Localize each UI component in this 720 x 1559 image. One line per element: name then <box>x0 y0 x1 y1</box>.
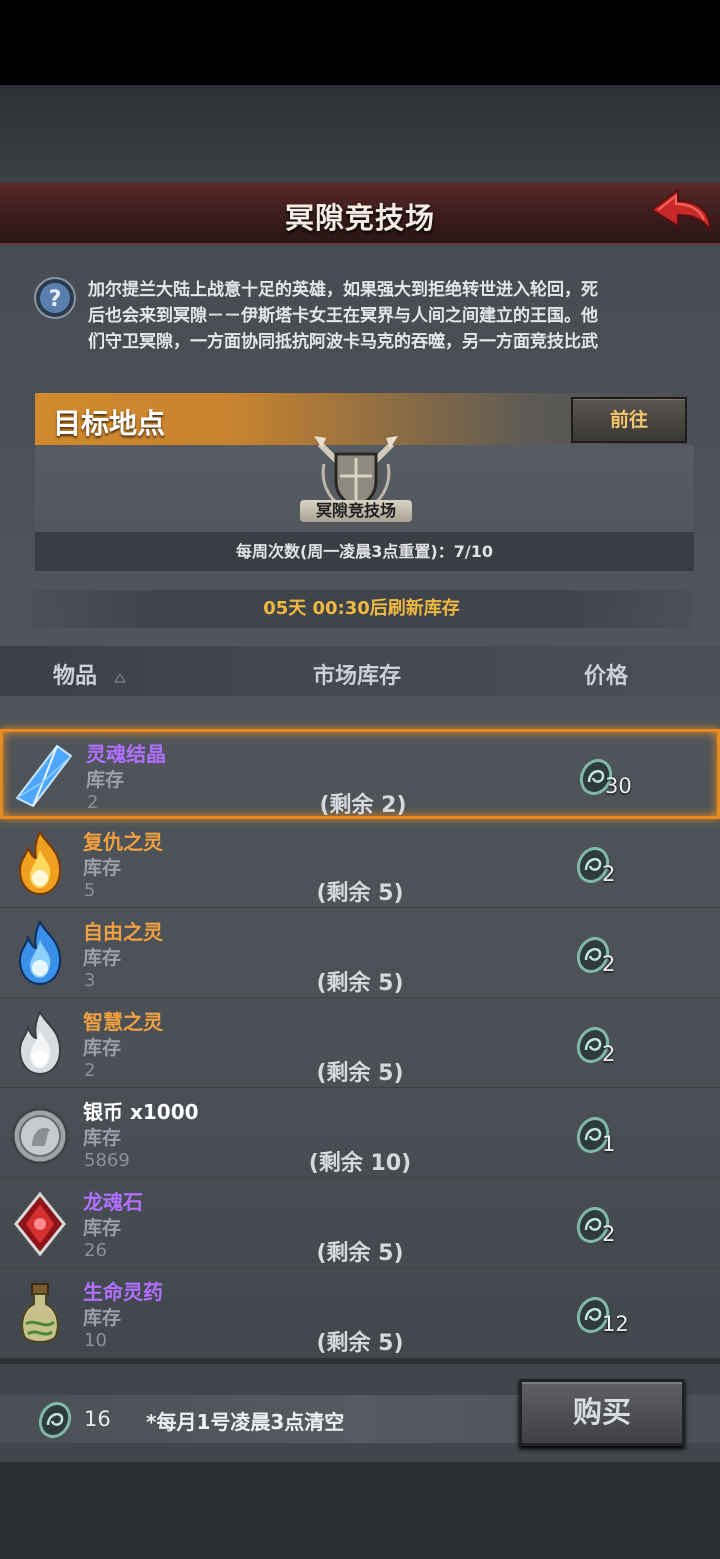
item-name: 生命灵药 <box>83 1280 163 1304</box>
svg-text:?: ? <box>49 287 62 312</box>
column-header-price: 价格 <box>584 664 629 689</box>
table-row[interactable]: 龙魂石 库存 26 (剩余 5) 2 <box>0 1180 720 1268</box>
item-name: 银币 x1000 <box>83 1100 199 1124</box>
item-name: 龙魂石 <box>83 1190 143 1214</box>
buy-button[interactable]: 购买 <box>519 1379 685 1446</box>
back-arrow-icon <box>650 187 712 234</box>
help-button[interactable]: ? <box>33 276 77 320</box>
table-row[interactable]: 复仇之灵 库存 5 (剩余 5) 2 <box>0 820 720 908</box>
price: 2 <box>602 862 616 886</box>
table-row[interactable]: 灵魂结晶 库存 2 (剩余 2) 30 <box>0 729 720 819</box>
column-header-item[interactable]: 物品 <box>53 658 97 690</box>
back-button[interactable] <box>648 186 714 238</box>
description-line: 后也会来到冥隙－－伊斯塔卡女王在冥界与人间之间建立的王国。他 <box>88 306 598 326</box>
table-row[interactable]: 银币 x1000 库存 5869 (剩余 10) 1 <box>0 1090 720 1178</box>
item-name: 复仇之灵 <box>83 830 163 854</box>
item-name: 智慧之灵 <box>83 1010 163 1034</box>
price: 1 <box>602 1132 616 1156</box>
price: 2 <box>602 1222 616 1246</box>
description: 加尔提兰大陆上战意十足的英雄，如果强大到拒绝转世进入轮回，死 后也会来到冥隙－－… <box>88 277 648 355</box>
description-line: 们守卫冥隙，一方面协同抵抗阿波卡马克的吞噬，另一方面竞技比武 <box>88 332 598 352</box>
reset-note: *每月1号凌晨3点清空 <box>146 1410 345 1434</box>
table-row[interactable]: 生命灵药 库存 10 (剩余 5) 12 <box>0 1270 720 1358</box>
column-header-stock: 市场库存 <box>313 664 402 689</box>
target-title: 目标地点 <box>53 407 166 440</box>
price: 30 <box>605 774 632 798</box>
question-icon: ? <box>34 277 76 319</box>
description-line: 加尔提兰大陆上战意十足的英雄，如果强大到拒绝转世进入轮回，死 <box>88 280 598 300</box>
refresh-timer: 05天 00:30后刷新库存 <box>32 590 691 628</box>
table-header: 物品 市场库存 价格 <box>0 646 720 696</box>
price: 2 <box>602 1042 616 1066</box>
sort-arrow-icon[interactable] <box>113 668 127 683</box>
arena-label: 冥隙竞技场 <box>300 500 412 522</box>
weekly-count: 每周次数(周一凌晨3点重置)：7/10 <box>35 532 694 571</box>
currency-count: 16 <box>84 1407 111 1431</box>
item-name: 灵魂结晶 <box>86 742 166 766</box>
status-bar <box>0 0 720 85</box>
price: 12 <box>602 1312 629 1336</box>
title-bar: 冥隙竞技场 <box>0 183 720 245</box>
item-name: 自由之灵 <box>83 920 163 944</box>
table-row[interactable]: 自由之灵 库存 3 (剩余 5) 2 <box>0 910 720 998</box>
table-row[interactable]: 智慧之灵 库存 2 (剩余 5) 2 <box>0 1000 720 1088</box>
soul-coin-icon <box>36 1401 74 1439</box>
price: 2 <box>602 952 616 976</box>
go-button[interactable]: 前往 <box>571 397 687 443</box>
page-title: 冥隙竞技场 <box>284 201 435 235</box>
bottom-background <box>0 1462 720 1559</box>
